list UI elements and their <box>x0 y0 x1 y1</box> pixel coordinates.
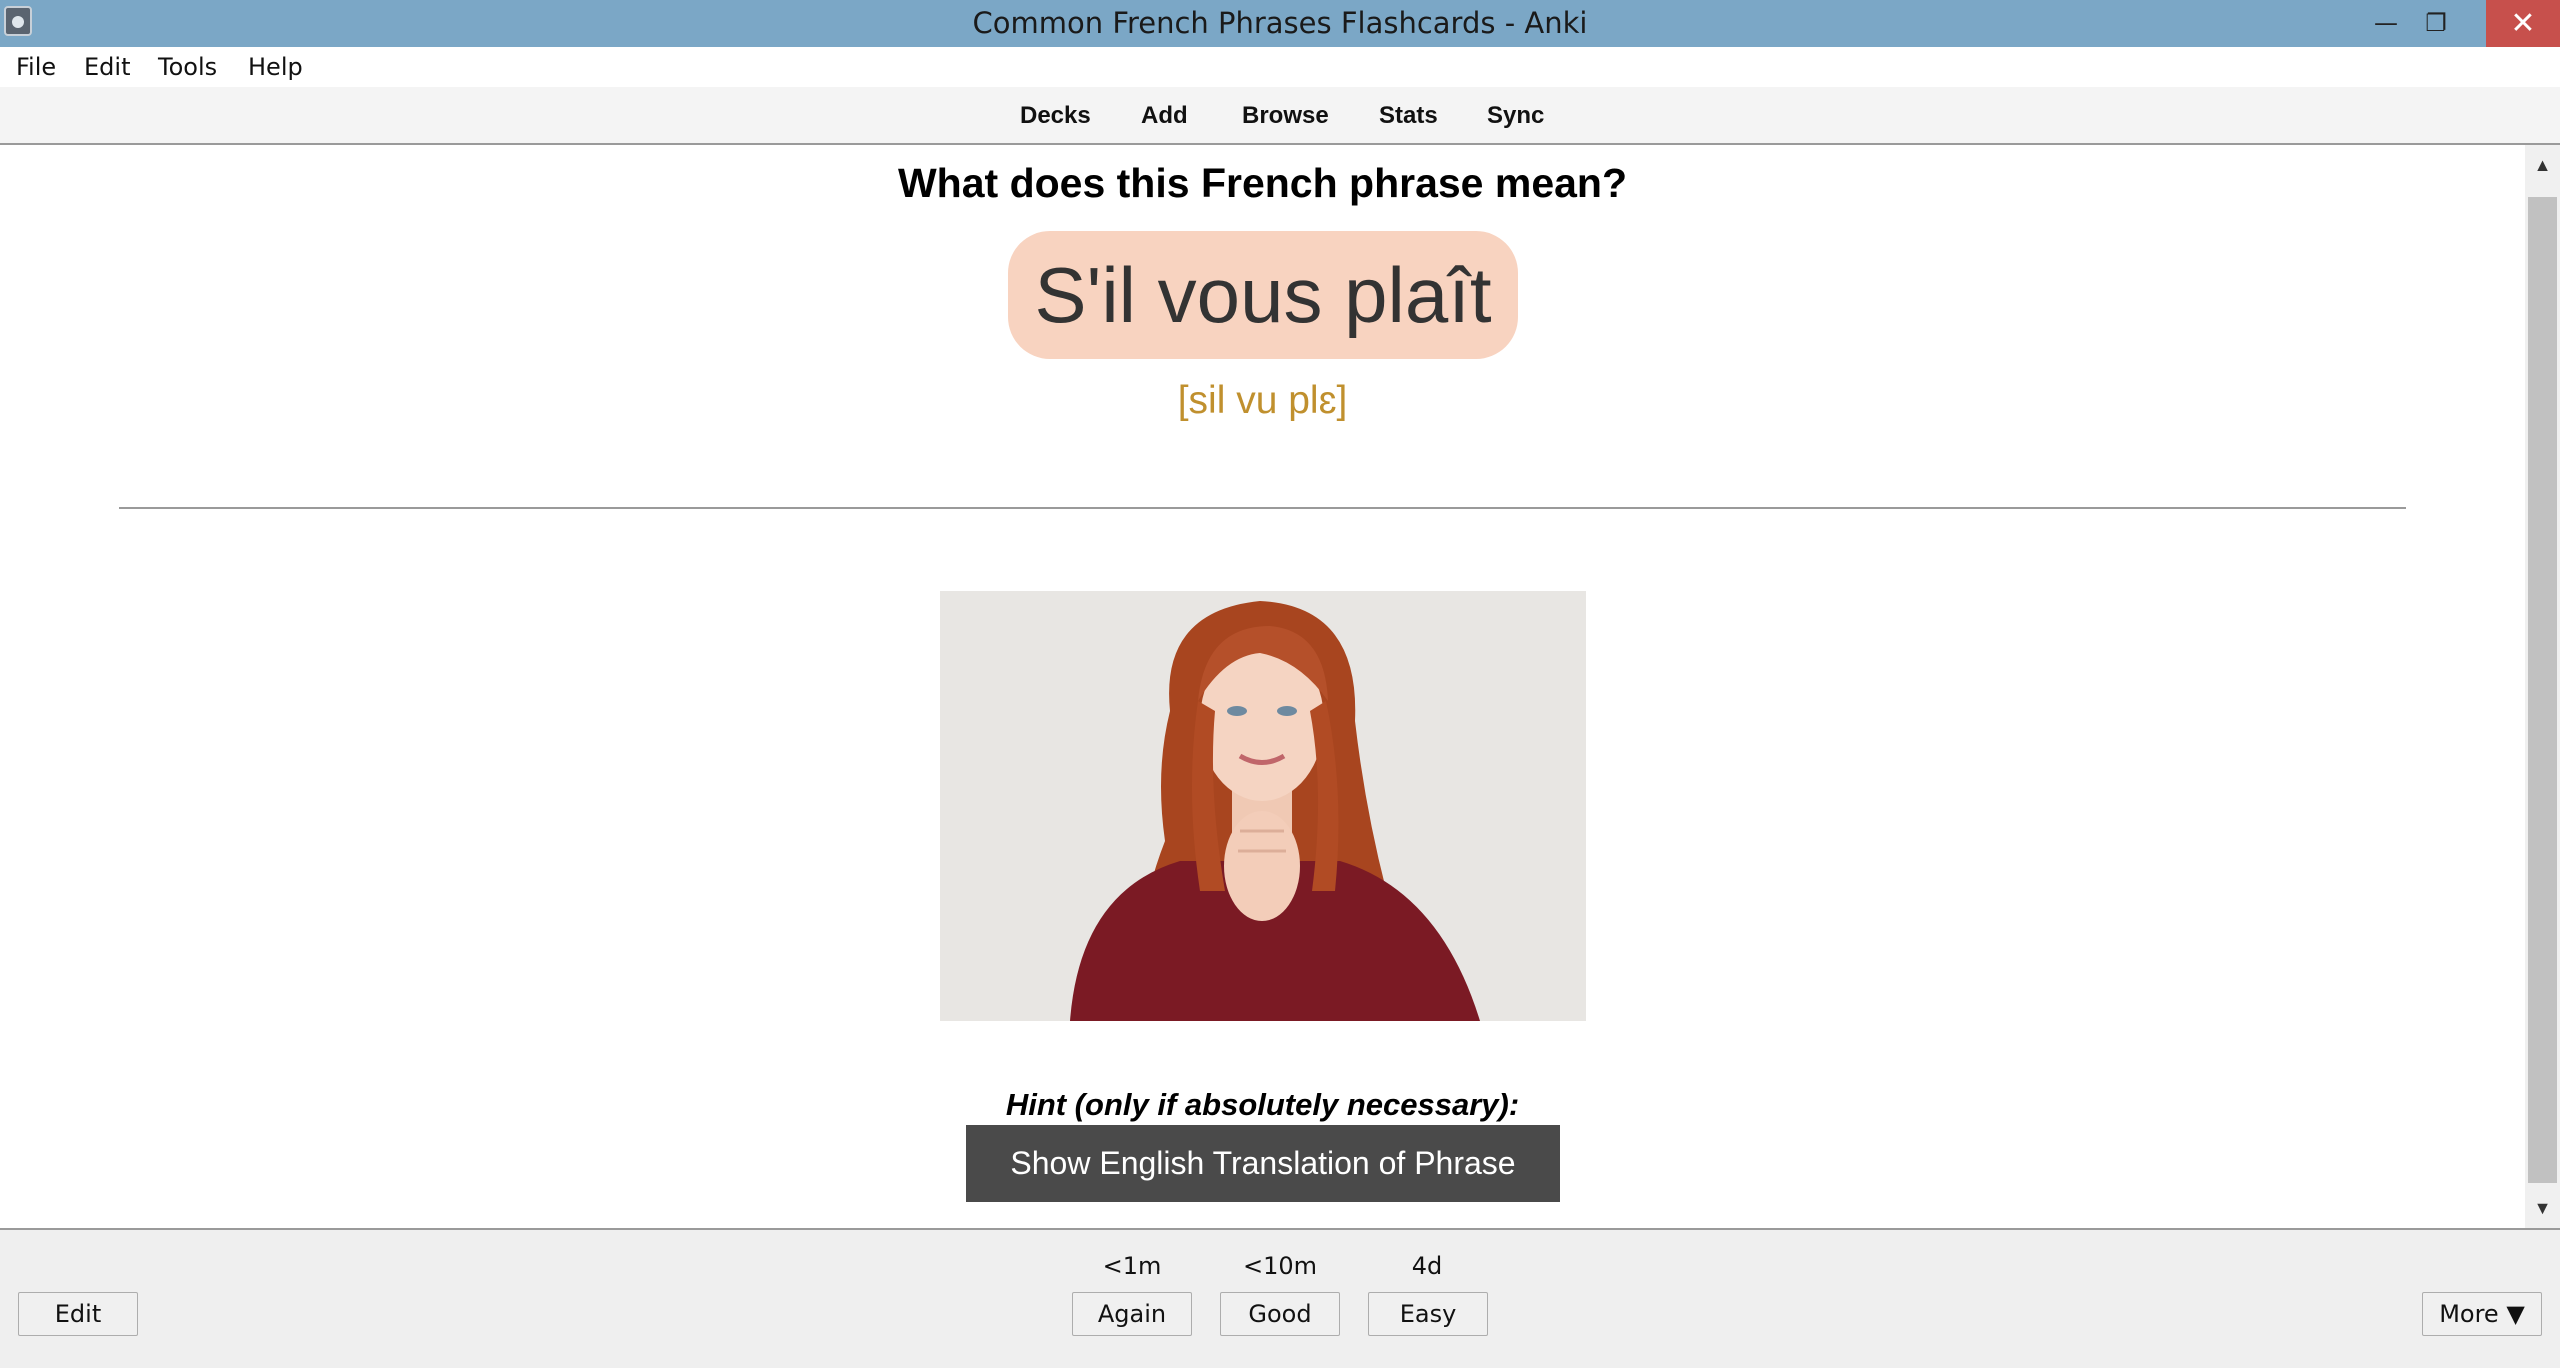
menu-bar: File Edit Tools Help <box>0 47 2560 87</box>
woman-pleading-photo <box>940 591 1586 1021</box>
scroll-up-icon[interactable]: ▲ <box>2525 145 2560 185</box>
scroll-down-icon[interactable]: ▼ <box>2525 1188 2560 1228</box>
toolbar-stats[interactable]: Stats <box>1379 87 1438 145</box>
menu-edit[interactable]: Edit <box>84 47 130 87</box>
main-toolbar: Decks Add Browse Stats Sync <box>0 87 2560 145</box>
again-button[interactable]: Again <box>1072 1292 1192 1336</box>
again-interval: <1m <box>1102 1252 1162 1280</box>
card-scrollbar[interactable]: ▲ ▼ <box>2525 145 2560 1228</box>
show-translation-button[interactable]: Show English Translation of Phrase <box>966 1125 1560 1202</box>
toolbar-sync[interactable]: Sync <box>1487 87 1544 145</box>
menu-tools[interactable]: Tools <box>158 47 217 87</box>
restore-icon[interactable]: ❐ <box>2410 0 2462 47</box>
close-icon[interactable]: ✕ <box>2486 0 2560 47</box>
menu-help[interactable]: Help <box>248 47 303 87</box>
good-interval: <10m <box>1242 1252 1318 1280</box>
card-divider <box>119 507 2406 509</box>
minimize-icon[interactable]: — <box>2360 0 2412 47</box>
hint-label: Hint (only if absolutely necessary): <box>1005 1087 1520 1122</box>
review-bottom-bar: Edit <1m <10m 4d Again Good Easy More ▼ <box>0 1228 2560 1368</box>
more-button[interactable]: More ▼ <box>2422 1292 2542 1336</box>
easy-interval: 4d <box>1411 1252 1443 1280</box>
pronunciation: [sil vu plɛ] <box>1177 379 1348 422</box>
easy-button[interactable]: Easy <box>1368 1292 1488 1336</box>
toolbar-browse[interactable]: Browse <box>1242 87 1329 145</box>
toolbar-decks[interactable]: Decks <box>1020 87 1091 145</box>
edit-button[interactable]: Edit <box>18 1292 138 1336</box>
window-title: Common French Phrases Flashcards - Anki <box>972 6 1588 40</box>
title-bar: Common French Phrases Flashcards - Anki … <box>0 0 2560 47</box>
good-button[interactable]: Good <box>1220 1292 1340 1336</box>
card-view: What does this French phrase mean? S'il … <box>0 145 2525 1228</box>
scroll-thumb[interactable] <box>2528 197 2557 1183</box>
french-phrase: S'il vous plaît <box>1008 231 1518 359</box>
card-question: What does this French phrase mean? <box>897 160 1628 206</box>
menu-file[interactable]: File <box>16 47 56 87</box>
photo-illustration <box>940 591 1586 1021</box>
toolbar-add[interactable]: Add <box>1141 87 1188 145</box>
